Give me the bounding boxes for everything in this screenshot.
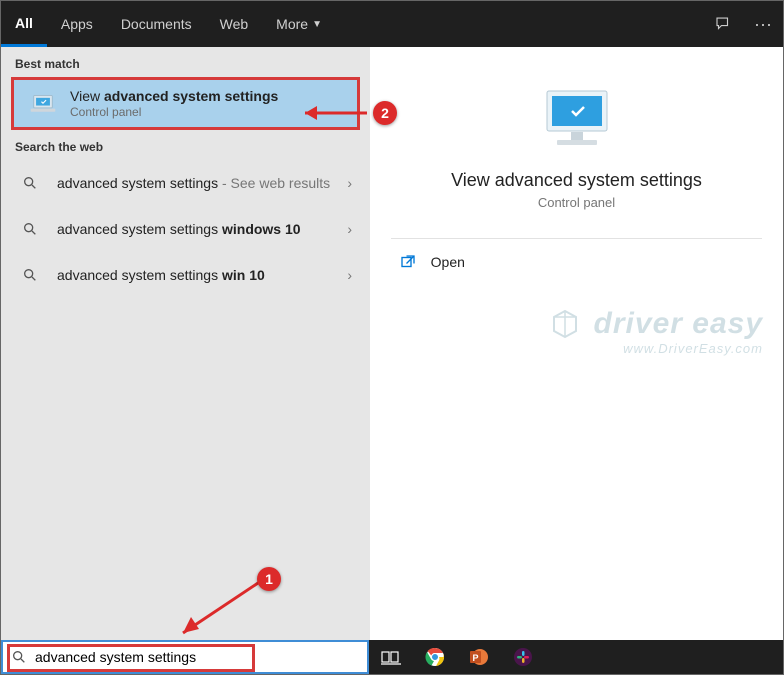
search-web-header: Search the web — [1, 130, 370, 160]
chevron-down-icon: ▼ — [312, 19, 322, 30]
watermark: driver easy www.DriverEasy.com — [550, 307, 763, 356]
search-flyout-body: Best match View advanced system settings… — [1, 47, 783, 641]
open-icon — [399, 253, 417, 271]
chrome-icon[interactable] — [413, 640, 457, 674]
svg-text:P: P — [472, 653, 478, 663]
annotation-step-1: 1 — [257, 567, 281, 591]
tab-more-label: More — [276, 16, 308, 32]
preview-monitor-icon — [537, 87, 617, 156]
more-options-icon[interactable]: ··· — [743, 1, 783, 47]
tab-all[interactable]: All — [1, 1, 47, 47]
preview-subtitle: Control panel — [538, 195, 615, 210]
tab-apps[interactable]: Apps — [47, 1, 107, 47]
chevron-right-icon[interactable]: › — [343, 221, 356, 237]
task-view-icon[interactable] — [369, 640, 413, 674]
search-icon — [15, 260, 45, 290]
chevron-right-icon[interactable]: › — [343, 267, 356, 283]
search-icon — [15, 214, 45, 244]
powerpoint-icon[interactable]: P — [457, 640, 501, 674]
control-panel-laptop-icon — [28, 89, 58, 119]
search-icon — [15, 168, 45, 198]
search-tabs-bar: All Apps Documents Web More ▼ ··· — [1, 1, 783, 47]
annotation-step-2: 2 — [373, 101, 397, 125]
slack-icon[interactable] — [501, 640, 545, 674]
search-icon — [11, 649, 27, 665]
taskbar-search-box[interactable] — [1, 640, 369, 674]
search-input[interactable] — [35, 649, 359, 665]
open-action[interactable]: Open — [391, 239, 763, 285]
chevron-right-icon[interactable]: › — [343, 175, 356, 191]
taskbar: P — [1, 640, 783, 674]
tab-documents[interactable]: Documents — [107, 1, 206, 47]
tab-more[interactable]: More ▼ — [262, 1, 336, 47]
tab-web[interactable]: Web — [206, 1, 263, 47]
feedback-icon[interactable] — [703, 1, 743, 47]
web-result-3[interactable]: advanced system settings win 10 › — [1, 252, 370, 298]
best-match-text: View advanced system settings Control pa… — [70, 88, 343, 119]
web-result-1[interactable]: advanced system settings - See web resul… — [1, 160, 370, 206]
results-panel: Best match View advanced system settings… — [1, 47, 370, 641]
preview-panel: View advanced system settings Control pa… — [370, 47, 783, 641]
open-label: Open — [431, 254, 465, 270]
web-result-3-text: advanced system settings win 10 — [57, 267, 343, 283]
best-match-result[interactable]: View advanced system settings Control pa… — [11, 77, 360, 130]
web-result-1-text: advanced system settings - See web resul… — [57, 175, 343, 191]
best-match-header: Best match — [1, 47, 370, 77]
web-result-2[interactable]: advanced system settings windows 10 › — [1, 206, 370, 252]
web-result-2-text: advanced system settings windows 10 — [57, 221, 343, 237]
preview-title: View advanced system settings — [451, 170, 702, 191]
